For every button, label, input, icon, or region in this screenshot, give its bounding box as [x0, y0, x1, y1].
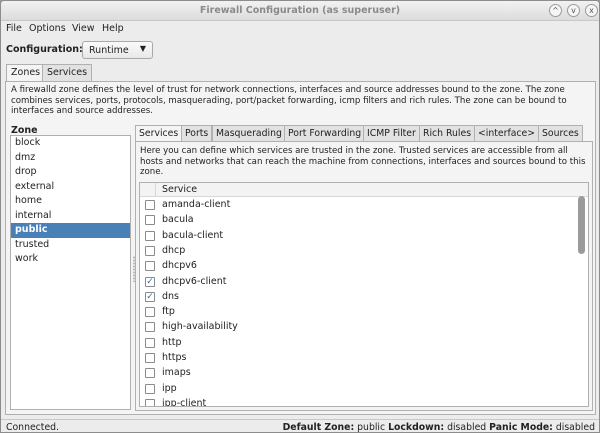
tab-masquerading[interactable]: Masquerading	[212, 125, 286, 141]
service-name: imaps	[162, 367, 191, 379]
status-summary: Default Zone: public Lockdown: disabled …	[282, 422, 595, 433]
service-checkbox[interactable]	[145, 322, 155, 333]
zone-item-trusted[interactable]: trusted	[11, 238, 130, 253]
service-name: https	[162, 352, 187, 363]
service-row[interactable]: ✓ dhcpv6-client	[140, 275, 576, 290]
service-checkbox[interactable]	[145, 383, 155, 394]
service-name: bacula	[162, 214, 194, 226]
tab-services[interactable]: Services	[42, 64, 93, 81]
service-checkbox-checked[interactable]: ✓	[145, 291, 155, 302]
service-row[interactable]: bacula-client	[140, 229, 576, 244]
scrollbar-thumb[interactable]	[578, 196, 585, 254]
service-checkbox[interactable]	[145, 230, 155, 241]
services-table-header: Service	[140, 183, 588, 197]
close-button[interactable]: x	[585, 4, 598, 17]
services-description: Here you can define which services are t…	[140, 146, 586, 177]
service-name: dns	[162, 290, 180, 302]
zone-item-block[interactable]: block	[11, 136, 130, 151]
default-zone-label: Default Zone:	[282, 422, 355, 433]
zone-item-work[interactable]: work	[11, 252, 130, 267]
connection-status: Connected.	[6, 422, 60, 433]
service-checkbox[interactable]	[145, 368, 155, 379]
menu-bar: File Options View Help	[1, 21, 599, 37]
service-name: ftp	[162, 306, 175, 318]
zone-item-dmz[interactable]: dmz	[11, 151, 130, 166]
zone-item-internal[interactable]: internal	[11, 209, 130, 224]
service-checkbox[interactable]	[145, 245, 155, 256]
service-name: http	[162, 336, 182, 348]
menu-help[interactable]: Help	[102, 23, 124, 34]
panic-mode-label: Panic Mode:	[489, 422, 553, 433]
zone-item-public[interactable]: public	[11, 223, 130, 238]
services-table[interactable]: Service amanda-client bacula bacula-client…	[139, 182, 589, 407]
service-checkbox-checked[interactable]: ✓	[145, 276, 155, 287]
service-checkbox[interactable]	[145, 261, 155, 272]
zone-item-home[interactable]: home	[11, 194, 130, 209]
tab-rich-rules[interactable]: Rich Rules	[419, 125, 476, 141]
maximize-button[interactable]: v	[567, 4, 580, 17]
zone-description: A firewalld zone defines the level of tr…	[11, 85, 567, 116]
firewall-window: Firewall Configuration (as superuser) ^ …	[0, 0, 600, 433]
service-checkbox[interactable]	[145, 215, 155, 226]
tab-ports[interactable]: Ports	[181, 125, 213, 141]
minimize-button[interactable]: ^	[549, 4, 562, 17]
service-checkbox[interactable]	[145, 337, 155, 348]
service-name: dhcpv6	[162, 260, 197, 272]
tab-interface[interactable]: <interface>	[474, 125, 540, 141]
service-row[interactable]: dhcp	[140, 244, 576, 259]
service-row[interactable]: ftp	[140, 305, 576, 320]
tab-services-sub[interactable]: Services	[135, 125, 183, 142]
tab-sources[interactable]: Sources	[538, 125, 583, 141]
checkmark-icon: ✓	[146, 276, 154, 287]
check-column-header	[140, 183, 156, 197]
panic-mode-value: disabled	[555, 422, 595, 433]
tab-zones[interactable]: Zones	[6, 64, 46, 82]
title-bar[interactable]: Firewall Configuration (as superuser) ^ …	[1, 1, 599, 21]
service-checkbox[interactable]	[145, 307, 155, 318]
service-row[interactable]: imaps	[140, 366, 576, 381]
zone-list[interactable]: block dmz drop external home internal pu…	[10, 135, 131, 410]
service-name: high-availability	[162, 321, 238, 333]
service-checkbox[interactable]	[145, 398, 155, 406]
configuration-select[interactable]: Runtime ▼	[82, 41, 153, 59]
service-row[interactable]: ipp	[140, 382, 576, 397]
service-name: dhcpv6-client	[162, 275, 227, 287]
menu-options[interactable]: Options	[29, 23, 66, 34]
chevron-down-icon: ▼	[139, 44, 146, 53]
service-name: ipp	[162, 382, 177, 394]
checkmark-icon: ✓	[146, 291, 154, 302]
configuration-value: Runtime	[89, 45, 129, 56]
menu-file[interactable]: File	[6, 23, 22, 34]
service-checkbox[interactable]	[145, 353, 155, 363]
service-name: dhcp	[162, 244, 186, 256]
service-row[interactable]: http	[140, 336, 576, 351]
services-scrollbar[interactable]	[578, 186, 586, 404]
service-row[interactable]: ✓ dns	[140, 290, 576, 305]
service-row[interactable]: bacula	[140, 213, 576, 228]
service-name: ipp-client	[162, 397, 207, 407]
service-row[interactable]: dhcpv6	[140, 259, 576, 274]
tab-icmp-filter[interactable]: ICMP Filter	[363, 125, 420, 141]
lockdown-value: disabled	[447, 422, 487, 433]
zone-item-external[interactable]: external	[11, 180, 130, 195]
menu-view[interactable]: View	[72, 23, 95, 34]
service-row[interactable]: https	[140, 351, 576, 366]
zone-item-drop[interactable]: drop	[11, 165, 130, 180]
status-bar: Connected. Default Zone: public Lockdown…	[1, 419, 599, 433]
tab-port-forwarding[interactable]: Port Forwarding	[284, 125, 366, 141]
service-row[interactable]: ipp-client	[140, 397, 576, 407]
window-title: Firewall Configuration (as superuser)	[199, 5, 401, 16]
service-name: bacula-client	[162, 229, 224, 241]
service-row[interactable]: amanda-client	[140, 198, 576, 213]
service-checkbox[interactable]	[145, 200, 155, 210]
default-zone-value: public	[357, 422, 386, 433]
service-name: amanda-client	[162, 199, 231, 210]
service-column-header[interactable]: Service	[162, 184, 197, 195]
configuration-label: Configuration:	[6, 44, 83, 55]
service-row[interactable]: high-availability	[140, 320, 576, 335]
lockdown-label: Lockdown:	[388, 422, 445, 433]
